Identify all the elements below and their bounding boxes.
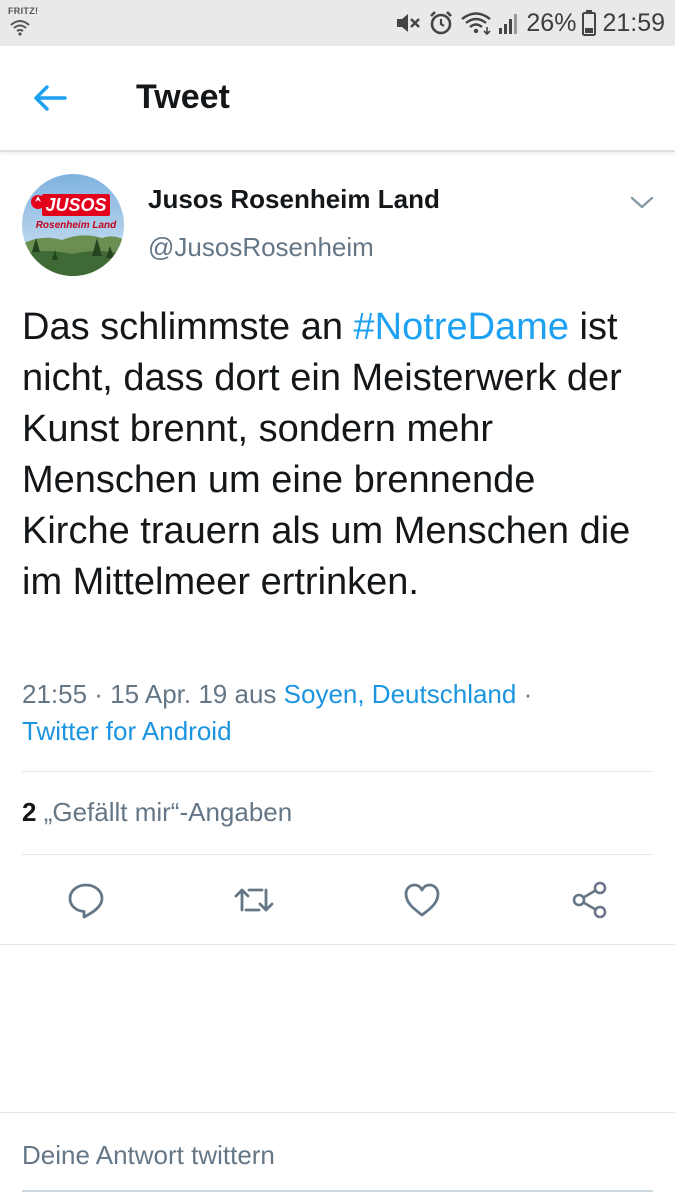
likes-label: „Gefällt mir“-Angaben xyxy=(36,797,293,827)
tweet-meta: 21:55 · 15 Apr. 19 aus Soyen, Deutschlan… xyxy=(22,676,652,750)
retweet-button[interactable] xyxy=(232,878,276,922)
carrier-label: FRITZ! xyxy=(8,6,39,16)
tweet-text-before: Das schlimmste an xyxy=(22,306,354,348)
location-link[interactable]: Soyen, Deutschland xyxy=(284,679,517,709)
divider xyxy=(22,854,653,855)
likes-count: 2 xyxy=(22,797,37,827)
share-icon xyxy=(572,881,607,919)
mute-icon xyxy=(397,14,421,32)
app-header: Tweet xyxy=(0,46,675,152)
meta-separator: · xyxy=(516,679,533,709)
retweet-icon xyxy=(234,888,274,912)
clock: 21:59 xyxy=(602,8,665,37)
battery-icon xyxy=(582,10,597,36)
avatar-logo-text: JUSOS xyxy=(45,195,106,215)
page-title: Tweet xyxy=(136,78,230,116)
like-icon xyxy=(404,883,440,917)
reply-button[interactable] xyxy=(64,878,108,922)
reply-input[interactable]: Deine Antwort twittern xyxy=(22,1140,275,1171)
likes-summary[interactable]: 2 „Gefällt mir“-Angaben xyxy=(22,797,292,828)
carrier-wifi-icon xyxy=(10,20,30,36)
source-link[interactable]: Twitter for Android xyxy=(22,716,232,746)
status-icons: 26% 21:59 xyxy=(394,6,665,40)
tweet-text: Das schlimmste an #NotreDame ist nicht, … xyxy=(22,302,652,608)
status-bar: FRITZ! 26% 21:59 xyxy=(0,0,675,46)
tweet-text-after: ist nicht, dass dort ein Meisterwerk der… xyxy=(22,306,631,603)
wifi-icon xyxy=(461,12,492,35)
divider xyxy=(0,944,675,945)
reply-input-underline xyxy=(22,1190,653,1192)
like-button[interactable] xyxy=(400,878,444,922)
battery-percent: 26% xyxy=(526,8,577,37)
share-button[interactable] xyxy=(568,878,612,922)
author-handle[interactable]: @JusosRosenheim xyxy=(148,232,374,263)
avatar[interactable]: JUSOS Rosenheim Land xyxy=(22,174,124,276)
hashtag-link[interactable]: #NotreDame xyxy=(354,306,569,348)
author-name[interactable]: Jusos Rosenheim Land xyxy=(148,184,440,215)
tweet-timestamp: 21:55 · 15 Apr. 19 aus xyxy=(22,679,284,709)
arrow-left-icon xyxy=(34,85,67,111)
avatar-image: JUSOS Rosenheim Land xyxy=(22,174,124,276)
divider xyxy=(22,771,653,772)
signal-icon xyxy=(499,14,518,34)
divider xyxy=(0,1112,675,1113)
reply-icon xyxy=(68,883,104,919)
avatar-subtext: Rosenheim Land xyxy=(36,220,117,231)
chevron-down-icon[interactable] xyxy=(628,192,656,212)
back-button[interactable] xyxy=(28,80,72,116)
alarm-icon xyxy=(430,11,453,35)
